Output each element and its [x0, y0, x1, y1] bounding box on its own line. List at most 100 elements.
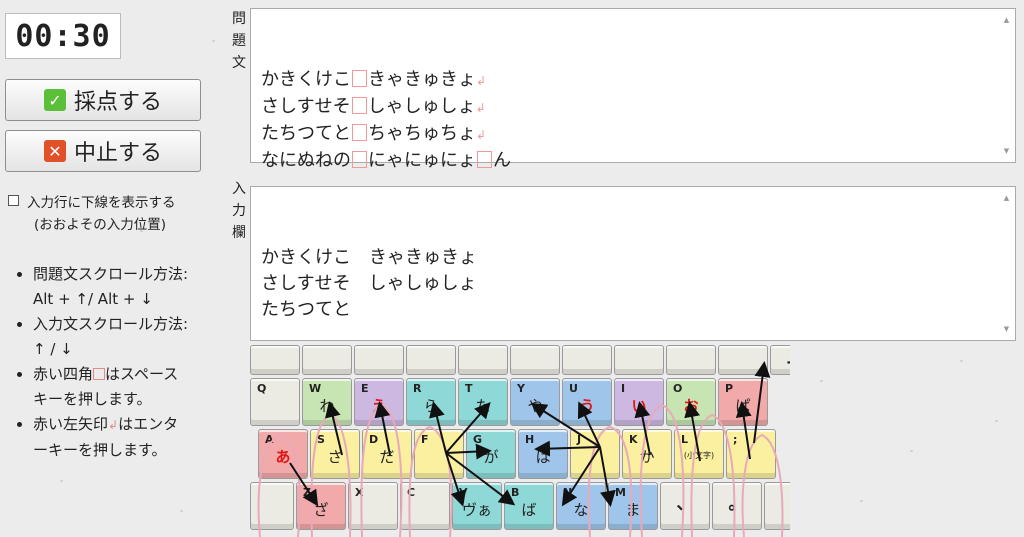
- key-blank: [562, 345, 612, 375]
- input-text-area[interactable]: かきくけこ きゃきゅきょ さしすせそ しゃしゅしょ たちつてと ▲ ▼: [250, 186, 1016, 341]
- key-letter: E: [361, 382, 369, 395]
- input-text[interactable]: かきくけこ きゃきゅきょ さしすせそ しゃしゅしょ たちつてと: [261, 245, 1005, 323]
- list-item: 入力文スクロール方法: ↑ / ↓: [33, 312, 233, 362]
- key-letter: V: [459, 486, 468, 499]
- key-letter: N: [563, 486, 573, 499]
- question-text-area[interactable]: かきくけこ きゃきゅきょ↲ さしすせそ しゃしゅしょ↲ たちつてと ちゃちゅちょ↲ なにぬね…: [250, 8, 1016, 171]
- key-blank: [718, 345, 768, 375]
- tip-text: はスペース: [105, 365, 179, 383]
- scrollbar[interactable]: ▲ ▼: [1001, 193, 1012, 334]
- key-f: F: [414, 429, 464, 479]
- help-list: 問題文スクロール方法: Alt + ↑/ Alt + ↓ 入力文スクロール方法: ↑…: [14, 262, 233, 463]
- key-blank: 、: [660, 482, 710, 530]
- key-b: Bば: [504, 482, 554, 530]
- key-g: Gが: [466, 429, 516, 479]
- key-blank: [614, 345, 664, 375]
- question-segment: なにぬねの: [261, 150, 351, 171]
- input-line[interactable]: さしすせそ しゃしゅしょ: [261, 271, 1005, 297]
- key-e: Eえ: [354, 378, 404, 426]
- key-kana: だ: [379, 448, 395, 466]
- scroll-down-icon[interactable]: ▼: [1001, 146, 1012, 156]
- key-v: V ヴぁ: [452, 482, 502, 530]
- input-line[interactable]: たちつてと: [261, 297, 1005, 323]
- tip-text: 問題文スクロール方法:: [33, 265, 189, 283]
- key-kana: が: [483, 448, 499, 466]
- key-kana: か: [639, 448, 655, 466]
- stop-button-label: 中止する: [73, 141, 162, 166]
- key-letter: K: [629, 433, 638, 446]
- key-blank: [764, 482, 790, 530]
- label-char: 欄: [232, 225, 246, 241]
- key-kana: や: [527, 397, 543, 415]
- question-label: 問 題 文: [232, 8, 246, 74]
- background-speck: [820, 380, 823, 382]
- key-letter: O: [673, 382, 683, 395]
- key-kana: え: [371, 397, 387, 415]
- stop-button[interactable]: ✕ 中止する: [5, 130, 201, 172]
- background-speck: [995, 420, 998, 422]
- underline-checkbox[interactable]: [8, 195, 19, 206]
- space-marker-icon: [352, 124, 367, 141]
- score-button[interactable]: ✓ 採点する: [5, 79, 201, 121]
- scrollbar[interactable]: ▲ ▼: [1001, 15, 1012, 156]
- key-blank: [354, 345, 404, 375]
- key-s: Sさ: [310, 429, 360, 479]
- key-kana: ば: [521, 501, 537, 519]
- tip-text: はエンタ: [118, 415, 179, 433]
- key-m: Mま: [608, 482, 658, 530]
- key-letter: S: [317, 433, 325, 446]
- key-;: ;: [726, 429, 776, 479]
- key-letter: X: [355, 486, 364, 499]
- tip-text: ↑ / ↓: [33, 340, 73, 358]
- question-segment: かきくけこ: [261, 69, 351, 90]
- question-segment: さしすせそ: [261, 96, 351, 117]
- key-kana: わ: [319, 397, 335, 415]
- key-blank: [406, 345, 456, 375]
- key-p: Pぱ: [718, 378, 768, 426]
- background-speck: [860, 500, 863, 502]
- input-label: 入 力 欄: [232, 178, 246, 244]
- underline-option: 入力行に下線を表示する (おおよその入力位置): [8, 192, 208, 236]
- key-letter: C: [407, 486, 416, 499]
- key-c: C: [400, 482, 450, 530]
- timer-display: 00:30: [5, 13, 121, 59]
- question-segment: しゃしゅしょ: [367, 96, 476, 117]
- question-segment: ん: [493, 150, 511, 171]
- label-char: 力: [232, 203, 246, 219]
- key-kana: ま: [625, 501, 641, 519]
- key-w: Wわ: [302, 378, 352, 426]
- question-line: さしすせそ しゃしゅしょ↲: [261, 94, 1005, 121]
- question-segment: たちつてと: [261, 123, 351, 144]
- question-line: なにぬねの にゃにゅにょん: [261, 148, 1005, 174]
- key-kana: あ: [275, 448, 291, 466]
- key-d: Dだ: [362, 429, 412, 479]
- key-kana: な: [573, 501, 589, 519]
- checkmark-icon: ✓: [43, 89, 66, 111]
- key-letter: U: [569, 382, 578, 395]
- scroll-up-icon[interactable]: ▲: [1001, 15, 1012, 25]
- input-line[interactable]: かきくけこ きゃきゅきょ: [261, 245, 1005, 271]
- key-letter: I: [621, 382, 626, 395]
- key-kana: ヴぁ: [461, 501, 492, 519]
- key-letter: P: [725, 382, 734, 395]
- background-speck: [910, 450, 913, 452]
- return-arrow-icon: ↲: [476, 128, 487, 142]
- scroll-down-icon[interactable]: ▼: [1001, 324, 1012, 334]
- scroll-up-icon[interactable]: ▲: [1001, 193, 1012, 203]
- label-char: 入: [232, 181, 246, 197]
- tip-text: 入力文スクロール方法:: [33, 315, 189, 333]
- key-r: Rら: [406, 378, 456, 426]
- space-marker-icon: [352, 70, 367, 87]
- return-arrow-icon: ↲: [108, 418, 119, 432]
- key-kana: い: [631, 397, 647, 415]
- tip-text: キーを押します。: [33, 390, 152, 408]
- key-letter: F: [421, 433, 429, 446]
- key-symbol: —: [771, 352, 791, 372]
- tip-text: 赤い左矢印: [33, 415, 109, 433]
- key-letter: B: [511, 486, 520, 499]
- key-kana: ぱ: [735, 397, 751, 415]
- space-marker-icon: [352, 151, 367, 168]
- key-blank: [250, 345, 300, 375]
- key-letter: M: [615, 486, 626, 499]
- key-kana: ざ: [313, 501, 329, 519]
